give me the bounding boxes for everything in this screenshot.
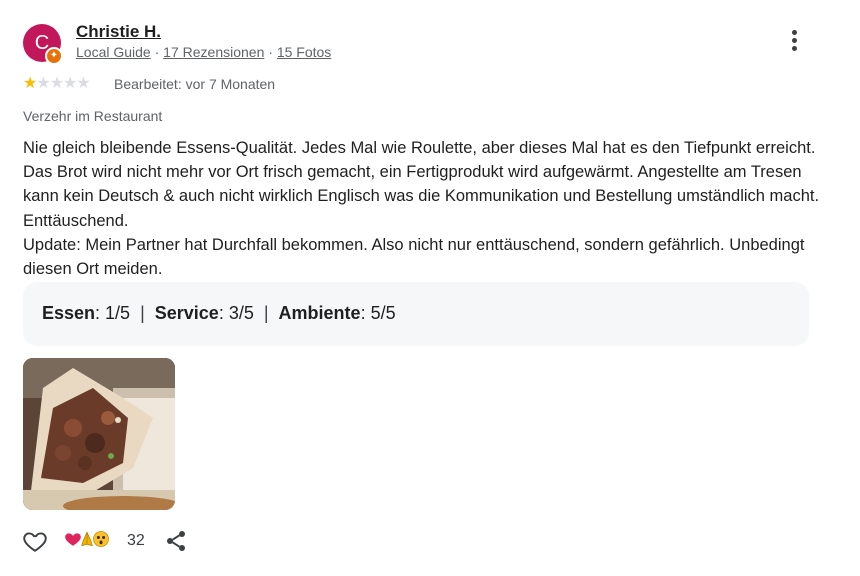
meta-separator: · <box>264 44 277 60</box>
more-options-icon <box>791 30 797 35</box>
star-empty-icon: ★ <box>36 75 50 92</box>
food-photo-illustration <box>23 358 175 510</box>
star-filled-icon: ★ <box>23 75 37 92</box>
star-empty-icon: ★ <box>76 75 90 92</box>
local-guide-link[interactable]: Local Guide <box>76 44 151 60</box>
food-label: Essen <box>42 303 96 323</box>
review-paragraph: Update: Mein Partner hat Durchfall bekom… <box>23 235 805 279</box>
star-empty-icon: ★ <box>63 75 77 92</box>
reviews-count-link[interactable]: 17 Rezensionen <box>163 44 264 60</box>
star-empty-icon: ★ <box>49 75 64 92</box>
share-icon <box>167 531 185 551</box>
more-options-button[interactable] <box>782 30 806 56</box>
heart-outline-icon <box>23 532 47 552</box>
review-text: Nie gleich bleibende Essens-Qualität. Je… <box>23 136 823 281</box>
star-rating: ★★★★★ <box>23 74 91 94</box>
reactions[interactable] <box>64 530 109 552</box>
visit-type: Verzehr im Restaurant <box>23 108 163 124</box>
share-button[interactable] <box>164 529 188 553</box>
review-photo[interactable] <box>23 358 175 510</box>
service-label: Service <box>154 303 219 323</box>
edited-timestamp: Bearbeitet: vor 7 Monaten <box>114 76 276 92</box>
photos-count-link[interactable]: 15 Fotos <box>277 44 331 60</box>
like-button[interactable] <box>22 528 48 554</box>
ambience-label: Ambiente <box>278 303 361 323</box>
rating-separator: | <box>140 303 145 323</box>
sub-ratings: Essen: 1/5 | Service: 3/5 | Ambiente: 5/5 <box>42 303 396 324</box>
author-name[interactable]: Christie H. <box>76 22 161 42</box>
reaction-count: 32 <box>127 532 145 549</box>
review-paragraph: Nie gleich bleibende Essens-Qualität. Je… <box>23 139 820 230</box>
heart-reaction-icon <box>64 530 82 548</box>
food-value: : 1/5 <box>95 303 131 323</box>
sub-ratings-box: Essen: 1/5 | Service: 3/5 | Ambiente: 5/5 <box>23 282 809 346</box>
review-card: C ✦ Christie H. Local Guide · 17 Rezensi… <box>0 0 860 576</box>
local-guide-badge-icon: ✦ <box>45 47 63 65</box>
author-meta: Local Guide · 17 Rezensionen · 15 Fotos <box>76 44 331 60</box>
ambience-value: : 5/5 <box>360 303 396 323</box>
meta-separator: · <box>150 44 164 60</box>
rating-separator: | <box>263 303 269 323</box>
service-value: : 3/5 <box>218 303 254 323</box>
